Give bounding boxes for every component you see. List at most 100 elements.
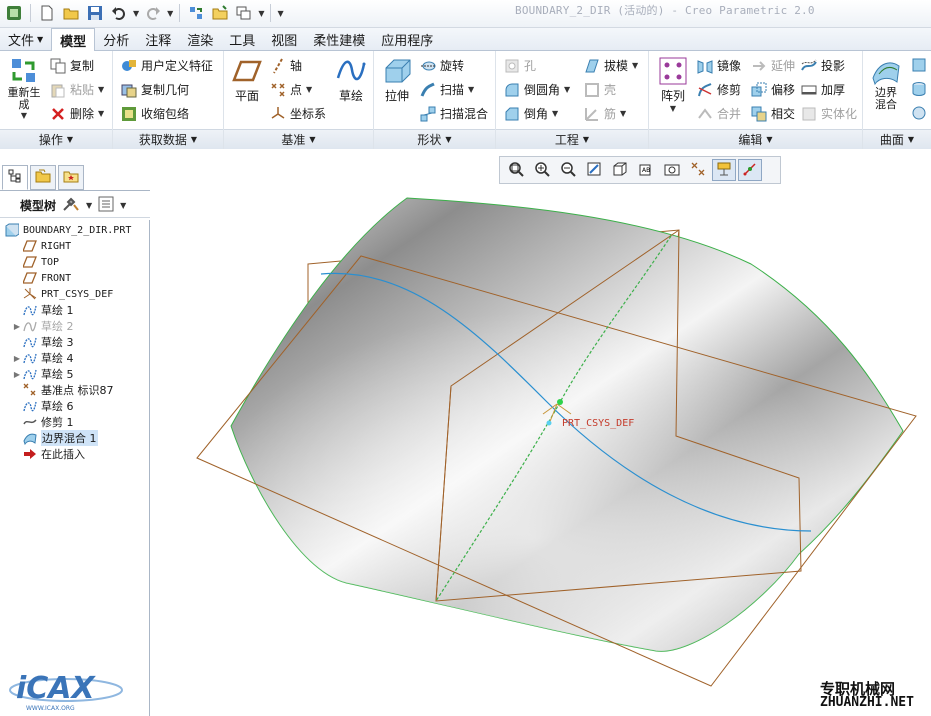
tree-node-top[interactable]: TOP [12, 254, 59, 270]
folder-icon[interactable] [210, 3, 230, 23]
tree-node-datum-point[interactable]: 基准点 标识87 [12, 382, 114, 398]
csys-button[interactable]: 坐标系 [270, 105, 326, 122]
expand-arrow-icon[interactable]: ▶ [12, 370, 22, 379]
project-button[interactable]: 投影 [801, 57, 845, 74]
thicken-button[interactable]: 加厚 [801, 81, 845, 98]
annotation-display-button[interactable] [712, 159, 736, 181]
solidify-button[interactable]: 实体化 [801, 105, 857, 122]
tree-node-sketch-6[interactable]: 草绘 6 [12, 398, 74, 414]
group-label[interactable]: 工程 ▼ [496, 129, 648, 149]
view-manager-button[interactable] [660, 159, 684, 181]
surface-sphere-button[interactable] [911, 105, 927, 121]
extrude-button[interactable]: 拉伸 [380, 55, 414, 104]
tree-node-part[interactable]: BOUNDARY_2_DIR.PRT [4, 222, 131, 238]
tab-model[interactable]: 模型 [51, 28, 96, 52]
open-folder-icon[interactable] [61, 3, 81, 23]
undo-dropdown-icon[interactable]: ▼ [133, 9, 139, 18]
saved-orientations-button[interactable]: AB [634, 159, 658, 181]
extend-button[interactable]: 延伸 [751, 57, 795, 74]
delete-button[interactable]: 删除 ▼ [50, 105, 104, 122]
tab-annotate[interactable]: 注释 [137, 28, 179, 51]
windows-icon[interactable] [234, 3, 254, 23]
tab-flexible-modeling[interactable]: 柔性建模 [305, 28, 373, 51]
point-button[interactable]: 点 ▼ [270, 81, 312, 98]
tree-node-insert-here[interactable]: 在此插入 [12, 446, 85, 462]
offset-button[interactable]: 偏移 [751, 81, 795, 98]
tree-node-boundary-blend-1[interactable]: 边界混合 1 [12, 430, 98, 446]
tree-node-trim-1[interactable]: 修剪 1 [12, 414, 74, 430]
customize-qat-icon[interactable]: ▼ [277, 9, 283, 18]
redo-icon[interactable] [143, 3, 163, 23]
zoom-in-button[interactable] [530, 159, 554, 181]
udf-button[interactable]: 用户定义特征 [121, 57, 213, 74]
paste-button[interactable]: 粘贴 ▼ [50, 81, 104, 98]
tree-node-sketch-2[interactable]: ▶ 草绘 2 [12, 318, 74, 334]
refit-button[interactable] [504, 159, 528, 181]
tab-folder-browser[interactable] [30, 165, 56, 190]
repaint-button[interactable] [582, 159, 606, 181]
sweep-button[interactable]: 扫描 ▼ [420, 81, 474, 98]
group-label[interactable]: 编辑 ▼ [649, 129, 862, 149]
rib-button[interactable]: 筋 ▼ [584, 105, 626, 122]
tree-node-sketch-3[interactable]: 草绘 3 [12, 334, 74, 350]
tab-model-tree[interactable] [2, 165, 28, 190]
zoom-out-button[interactable] [556, 159, 580, 181]
merge-button[interactable]: 合并 [697, 105, 741, 122]
app-icon[interactable] [4, 3, 24, 23]
redo-dropdown-icon[interactable]: ▼ [167, 9, 173, 18]
group-label[interactable]: 形状 ▼ [374, 129, 495, 149]
mirror-button[interactable]: 镜像 [697, 57, 741, 74]
graphics-viewport[interactable]: PRT_CSYS_DEF [151, 186, 931, 716]
tree-node-right[interactable]: RIGHT [12, 238, 71, 254]
tab-view[interactable]: 视图 [263, 28, 305, 51]
plane-button[interactable]: 平面 [230, 55, 264, 104]
display-style-button[interactable] [608, 159, 632, 181]
regenerate-icon[interactable] [186, 3, 206, 23]
tree-node-sketch-1[interactable]: 草绘 1 [12, 302, 74, 318]
chevron-down-icon[interactable]: ▼ [120, 201, 126, 210]
group-label[interactable]: 获取数据 ▼ [113, 129, 223, 149]
shell-button[interactable]: 壳 [584, 81, 616, 98]
tree-node-front[interactable]: FRONT [12, 270, 71, 286]
round-button[interactable]: 倒圆角 ▼ [504, 81, 570, 98]
show-list-icon[interactable] [98, 196, 114, 215]
save-icon[interactable] [85, 3, 105, 23]
tab-render[interactable]: 渲染 [179, 28, 221, 51]
undo-icon[interactable] [109, 3, 129, 23]
tab-tools[interactable]: 工具 [221, 28, 263, 51]
draft-button[interactable]: 拔模 ▼ [584, 57, 638, 74]
trim-button[interactable]: 修剪 [697, 81, 741, 98]
copy-button[interactable]: 复制 [50, 57, 94, 74]
swept-blend-button[interactable]: 扫描混合 [420, 105, 488, 122]
windows-dropdown-icon[interactable]: ▼ [258, 9, 264, 18]
boundary-blend-button[interactable]: 边界 混合 [867, 55, 905, 111]
chevron-down-icon[interactable]: ▼ [86, 201, 92, 210]
revolve-button[interactable]: 旋转 [420, 57, 464, 74]
tree-node-csys[interactable]: PRT_CSYS_DEF [12, 286, 113, 302]
chamfer-button[interactable]: 倒角 ▼ [504, 105, 558, 122]
group-label[interactable]: 曲面 ▼ [863, 129, 931, 149]
sketch-button[interactable]: 草绘 [334, 55, 368, 104]
tree-node-sketch-5[interactable]: ▶ 草绘 5 [12, 366, 74, 382]
spin-center-button[interactable] [738, 159, 762, 181]
tab-file[interactable]: 文件 ▼ [0, 28, 51, 51]
copy-geometry-button[interactable]: 复制几何 [121, 81, 189, 98]
shrinkwrap-button[interactable]: 收缩包络 [121, 105, 189, 122]
pattern-button[interactable]: 阵列 ▼ [655, 55, 691, 113]
axis-button[interactable]: 轴 [270, 57, 302, 74]
tab-favorites[interactable] [58, 165, 84, 190]
group-label[interactable]: 操作 ▼ [0, 129, 112, 149]
surface-cylinder-button[interactable] [911, 81, 927, 97]
new-file-icon[interactable] [37, 3, 57, 23]
group-label[interactable]: 基准 ▼ [224, 129, 373, 149]
hole-button[interactable]: 孔 [504, 57, 536, 74]
tab-analysis[interactable]: 分析 [95, 28, 137, 51]
expand-arrow-icon[interactable]: ▶ [12, 322, 22, 331]
tree-node-sketch-4[interactable]: ▶ 草绘 4 [12, 350, 74, 366]
regenerate-button[interactable]: 重新生 成 ▼ [4, 55, 44, 120]
surface-square-button[interactable] [911, 57, 927, 73]
tab-applications[interactable]: 应用程序 [373, 28, 441, 51]
tree-settings-icon[interactable] [62, 196, 80, 215]
model-view[interactable]: PRT_CSYS_DEF [151, 186, 931, 716]
datum-display-button[interactable] [686, 159, 710, 181]
